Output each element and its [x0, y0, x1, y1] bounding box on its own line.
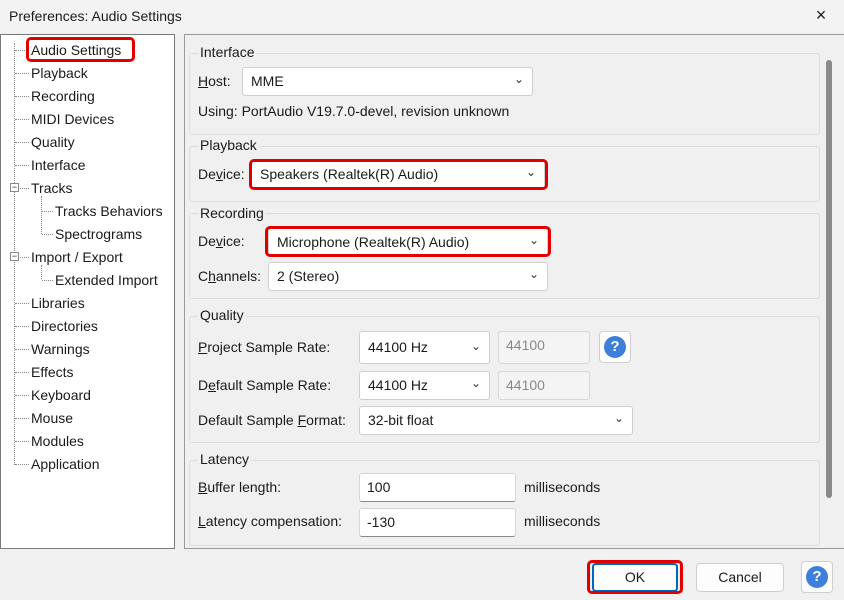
host-label: Host: [198, 73, 231, 89]
tree-line [15, 326, 29, 327]
title-bar: Preferences: Audio Settings × [0, 0, 844, 33]
quality-group-title: Quality [198, 307, 246, 323]
help-icon: ? [604, 336, 626, 358]
buffer-unit: milliseconds [524, 479, 601, 495]
tree-item-mouse[interactable]: Mouse [31, 409, 73, 427]
buffer-length-label: Buffer length: [198, 479, 282, 495]
window-title: Preferences: Audio Settings [9, 8, 182, 24]
preferences-tree[interactable]: − − Audio Settings Playback Recording MI… [0, 34, 175, 549]
recording-group-title: Recording [198, 205, 266, 221]
tree-line [15, 395, 29, 396]
sample-format-label: Default Sample Format: [198, 412, 346, 428]
chevron-down-icon: ⌄ [525, 165, 536, 179]
tree-item-playback[interactable]: Playback [31, 64, 88, 82]
recording-device-select[interactable]: Microphone (Realtek(R) Audio) ⌄ [268, 228, 548, 257]
tree-line [15, 349, 29, 350]
tree-line [42, 211, 53, 212]
tree-item-libraries[interactable]: Libraries [31, 294, 85, 312]
tree-line [15, 165, 29, 166]
tree-line [15, 464, 29, 465]
tree-item-recording[interactable]: Recording [31, 87, 95, 105]
playback-group-title: Playback [198, 137, 259, 153]
tree-item-quality[interactable]: Quality [31, 133, 75, 151]
tree-item-modules[interactable]: Modules [31, 432, 84, 450]
tree-item-interface[interactable]: Interface [31, 156, 85, 174]
playback-device-value: Speakers (Realtek(R) Audio) [260, 166, 439, 182]
tree-line [41, 265, 42, 279]
tree-line [42, 280, 53, 281]
buffer-length-input[interactable]: 100 [359, 473, 516, 502]
recording-device-label: Device: [198, 233, 245, 249]
playback-device-select[interactable]: Speakers (Realtek(R) Audio) ⌄ [251, 160, 545, 189]
host-value: MME [251, 73, 284, 89]
using-text: Using: PortAudio V19.7.0-devel, revision… [198, 103, 510, 119]
channels-select[interactable]: 2 (Stereo) ⌄ [268, 262, 548, 291]
latency-group-title: Latency [198, 451, 252, 467]
chevron-down-icon: ⌄ [513, 72, 524, 86]
interface-group-title: Interface [198, 44, 257, 60]
latency-compensation-label: Latency compensation: [198, 513, 342, 529]
collapse-icon[interactable]: − [10, 252, 19, 261]
tree-line [15, 96, 29, 97]
tree-item-spectrograms[interactable]: Spectrograms [55, 225, 142, 243]
default-rate-value: 44100 Hz [368, 377, 428, 393]
vertical-scrollbar[interactable] [826, 60, 832, 498]
tree-line [15, 119, 29, 120]
latency-compensation-input[interactable]: -130 [359, 508, 516, 537]
project-rate-label: Project Sample Rate: [198, 339, 331, 355]
tree-item-application[interactable]: Application [31, 455, 100, 473]
tree-item-tracks[interactable]: Tracks [31, 179, 72, 197]
chevron-down-icon: ⌄ [528, 267, 539, 281]
chevron-down-icon: ⌄ [528, 233, 539, 247]
tree-line [42, 234, 53, 235]
sample-format-value: 32-bit float [368, 412, 434, 428]
project-rate-select[interactable]: 44100 Hz ⌄ [359, 331, 490, 364]
tree-item-directories[interactable]: Directories [31, 317, 98, 335]
ok-button[interactable]: OK [592, 563, 678, 592]
channels-value: 2 (Stereo) [277, 268, 340, 284]
close-icon[interactable]: × [798, 0, 844, 33]
host-select[interactable]: MME ⌄ [242, 67, 533, 96]
default-rate-select[interactable]: 44100 Hz ⌄ [359, 371, 490, 400]
tree-item-audio-settings[interactable]: Audio Settings [31, 41, 121, 59]
tree-line [15, 73, 29, 74]
chevron-down-icon: ⌄ [470, 339, 481, 353]
tree-line [15, 50, 29, 51]
tree-item-extended-import[interactable]: Extended Import [55, 271, 158, 289]
chevron-down-icon: ⌄ [613, 411, 624, 425]
tree-line [15, 142, 29, 143]
tree-item-warnings[interactable]: Warnings [31, 340, 90, 358]
tree-line [15, 303, 29, 304]
tree-line [15, 418, 29, 419]
chevron-down-icon: ⌄ [470, 376, 481, 390]
tree-line [15, 441, 29, 442]
cancel-button[interactable]: Cancel [696, 563, 784, 592]
default-rate-custom-input: 44100 [498, 371, 590, 400]
tree-item-keyboard[interactable]: Keyboard [31, 386, 91, 404]
tree-line [15, 372, 29, 373]
tree-line [20, 257, 29, 258]
default-rate-label: Default Sample Rate: [198, 377, 332, 393]
tree-item-effects[interactable]: Effects [31, 363, 74, 381]
tree-item-tracks-behaviors[interactable]: Tracks Behaviors [55, 202, 163, 220]
compensation-unit: milliseconds [524, 513, 601, 529]
tree-item-midi-devices[interactable]: MIDI Devices [31, 110, 114, 128]
playback-device-label: Device: [198, 166, 245, 182]
collapse-icon[interactable]: − [10, 183, 19, 192]
tree-line [41, 196, 42, 234]
tree-line [20, 188, 29, 189]
help-icon: ? [806, 566, 828, 588]
tree-item-import-export[interactable]: Import / Export [31, 248, 123, 266]
project-rate-value: 44100 Hz [368, 339, 428, 355]
recording-device-value: Microphone (Realtek(R) Audio) [277, 234, 470, 250]
help-button[interactable]: ? [599, 331, 631, 363]
sample-format-select[interactable]: 32-bit float ⌄ [359, 406, 633, 435]
channels-label: Channels: [198, 268, 262, 284]
help-button-bottom[interactable]: ? [801, 561, 833, 593]
project-rate-custom-input: 44100 [498, 331, 590, 364]
